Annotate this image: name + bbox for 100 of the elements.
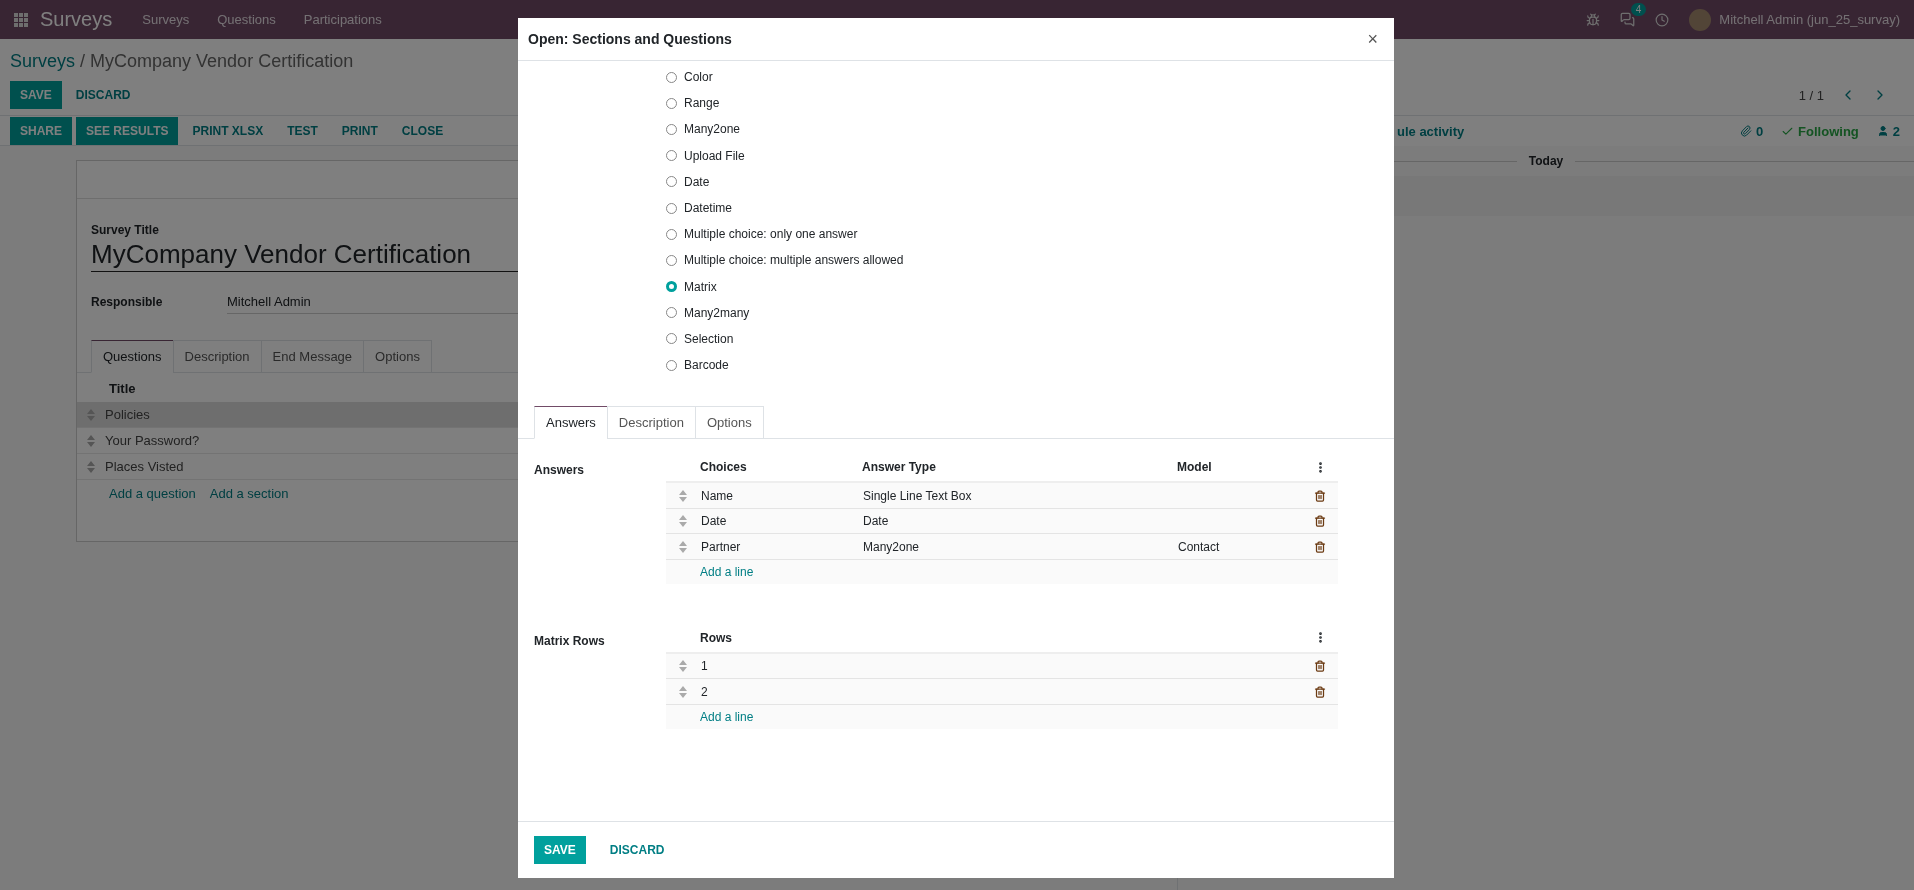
radio-label[interactable]: Upload File (684, 148, 745, 163)
close-button[interactable]: × (1361, 27, 1384, 51)
trash-icon[interactable] (1314, 540, 1326, 553)
table-cell: Single Line Text Box (863, 488, 972, 503)
row-title: Places Visted (105, 459, 184, 474)
radio-button[interactable] (666, 150, 677, 162)
add-link[interactable]: Add a section (209, 486, 289, 501)
add-line-link[interactable]: Add a line (700, 564, 754, 579)
table-cell: Date (701, 514, 727, 528)
radio-button[interactable] (666, 202, 677, 214)
table-row[interactable]: Name Single Line Text Box (666, 483, 1338, 509)
table-cell: 1 (701, 659, 708, 673)
radio-button[interactable] (666, 333, 677, 345)
radio-label[interactable]: Many2one (684, 122, 741, 137)
header-button[interactable]: TEST (277, 116, 328, 145)
header-button[interactable]: PRINT (331, 116, 388, 145)
header-button[interactable]: PRINT XLSX (182, 116, 274, 145)
radio-button[interactable] (666, 307, 677, 319)
column-header: Model (1177, 460, 1213, 475)
drag-handle-icon[interactable] (679, 515, 687, 527)
trash-icon[interactable] (1314, 489, 1326, 502)
bug-icon[interactable] (1586, 12, 1601, 27)
radio-button[interactable] (666, 71, 677, 83)
add-line-link[interactable]: Add a line (700, 709, 754, 724)
radio-button[interactable] (666, 359, 677, 371)
discard-button[interactable]: DISCARD (599, 836, 675, 864)
form-tab[interactable]: Options (363, 340, 432, 373)
table-cell: Name (701, 488, 733, 503)
form-tab[interactable]: Description (172, 340, 262, 373)
radio-label[interactable]: Datetime (684, 201, 733, 216)
radio-label[interactable]: Range (684, 96, 720, 111)
menu-item[interactable]: Participations (303, 12, 382, 27)
field-label: Responsible (91, 295, 164, 309)
field-label: Survey Title (91, 223, 159, 237)
radio-label[interactable]: Multiple choice: only one answer (684, 227, 858, 242)
radio-label[interactable]: Selection (684, 331, 734, 346)
row-title: Your Password? (105, 433, 200, 448)
section-label: Answers (534, 462, 586, 480)
drag-handle-icon[interactable] (87, 408, 95, 421)
section-label: Matrix Rows (534, 632, 606, 650)
drag-handle-icon[interactable] (679, 685, 687, 698)
table-cell: Date (863, 514, 889, 528)
user-name[interactable]: Mitchell Admin (jun_25_survay) (1719, 12, 1900, 27)
date-separator: Today (1528, 154, 1564, 168)
apps-grid-icon[interactable] (14, 12, 28, 27)
table-cell: Partner (701, 539, 741, 554)
radio-button[interactable] (666, 176, 677, 188)
drag-handle-icon[interactable] (679, 660, 687, 672)
dialog-tab[interactable]: Description (606, 406, 696, 440)
drag-handle-icon[interactable] (87, 434, 95, 447)
table-row[interactable]: 1 (666, 653, 1338, 680)
activity-link[interactable]: ule activity (1397, 123, 1465, 139)
radio-button[interactable] (666, 281, 677, 293)
save-button[interactable]: SAVE (534, 836, 586, 864)
radio-button[interactable] (666, 97, 677, 109)
radio-label[interactable]: Matrix (684, 279, 717, 294)
table-row[interactable]: Date Date (666, 508, 1338, 535)
radio-label[interactable]: Many2many (684, 305, 750, 320)
form-tab[interactable]: Questions (91, 340, 174, 373)
radio-label[interactable]: Date (684, 174, 710, 189)
pager-value: 1 / 1 (1798, 87, 1824, 103)
message-count: 4 (1630, 3, 1647, 16)
trash-icon[interactable] (1314, 660, 1326, 672)
trash-icon[interactable] (1314, 685, 1326, 698)
menu-item[interactable]: Questions (217, 12, 276, 27)
menu-item[interactable]: Surveys (142, 12, 190, 27)
radio-label[interactable]: Color (684, 70, 713, 85)
discard-button[interactable]: DISCARD (65, 81, 141, 109)
drag-handle-icon[interactable] (679, 489, 687, 502)
column-header: Title (109, 381, 136, 396)
column-header: Rows (700, 630, 733, 645)
column-header: Answer Type (862, 460, 937, 475)
clock-icon[interactable] (1655, 12, 1670, 27)
drag-handle-icon[interactable] (679, 540, 687, 553)
add-link[interactable]: Add a question (109, 486, 196, 501)
trash-icon[interactable] (1314, 515, 1326, 527)
followers-button[interactable]: 2 (1876, 123, 1900, 139)
radio-label[interactable]: Barcode (684, 358, 729, 373)
radio-button[interactable] (666, 228, 677, 240)
app-title: Surveys (40, 8, 113, 31)
attachments-button[interactable]: 0 (1739, 123, 1764, 139)
chat-icon[interactable] (1620, 12, 1636, 27)
dialog-tab[interactable]: Options (694, 406, 764, 440)
table-row[interactable]: Partner Many2one Contact (666, 534, 1338, 560)
table-row[interactable]: 2 (666, 679, 1338, 705)
row-title: Policies (105, 407, 150, 422)
table-cell: Contact (1178, 539, 1220, 554)
header-button[interactable]: CLOSE (391, 116, 454, 145)
breadcrumb-separator: / (80, 50, 86, 72)
radio-button[interactable] (666, 123, 677, 135)
paperclip-icon (1739, 125, 1752, 137)
dialog-tab[interactable]: Answers (534, 406, 608, 440)
radio-label[interactable]: Multiple choice: multiple answers allowed (684, 253, 904, 268)
radio-button[interactable] (666, 254, 677, 266)
table-cell: Many2one (863, 539, 920, 554)
avatar[interactable] (1689, 8, 1712, 31)
user-icon (1876, 125, 1889, 137)
drag-handle-icon[interactable] (87, 460, 95, 473)
column-header: Choices (700, 460, 748, 475)
breadcrumb-link[interactable]: Surveys (10, 50, 76, 72)
